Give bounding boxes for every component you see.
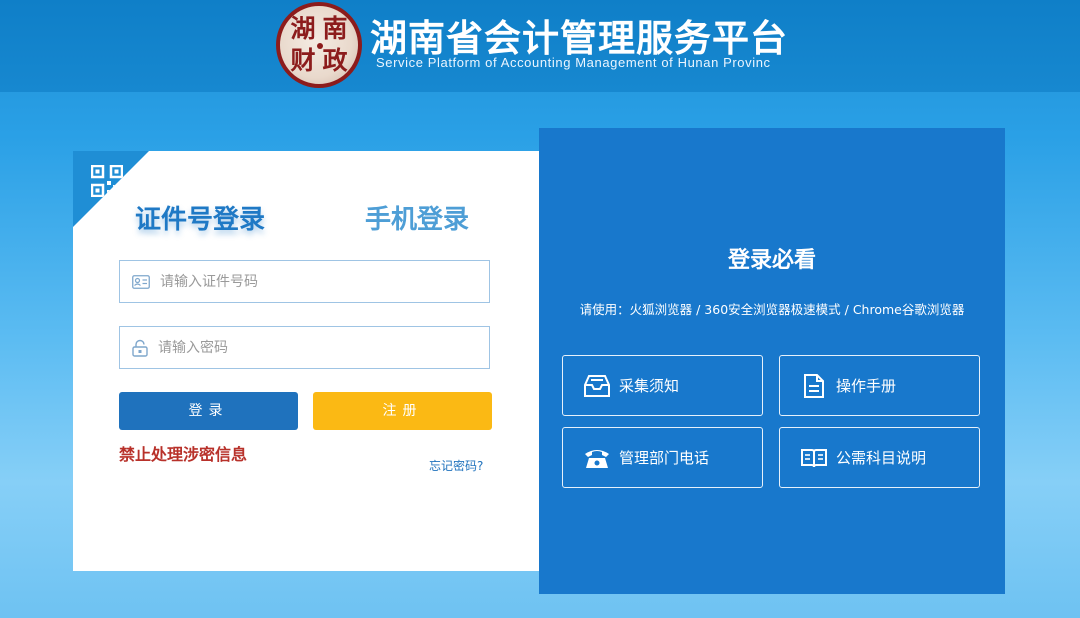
collection-notice-button[interactable]: 采集须知 — [562, 355, 763, 416]
tab-phone-login[interactable]: 手机登录 — [365, 199, 469, 236]
site-title: 湖南省会计管理服务平台 — [370, 17, 788, 60]
button-label: 采集须知 — [619, 377, 680, 395]
id-number-field — [119, 260, 490, 303]
seal-char: 财 — [290, 46, 316, 75]
inbox-icon — [583, 372, 611, 400]
header: 湖 南 财 政 湖南省会计管理服务平台 Service Platform of … — [0, 0, 1080, 92]
seal-logo: 湖 南 财 政 — [276, 2, 362, 88]
department-phone-button[interactable]: 管理部门电话 — [562, 427, 763, 488]
tab-id-login[interactable]: 证件号登录 — [135, 199, 265, 236]
lock-icon — [132, 339, 148, 357]
qr-code-icon — [91, 165, 123, 197]
password-input[interactable] — [156, 338, 460, 357]
button-label: 管理部门电话 — [619, 449, 710, 467]
seal-char: 湖 — [290, 14, 316, 43]
browser-requirements: 请使用：火狐浏览器 / 360安全浏览器极速模式 / Chrome谷歌浏览器 — [579, 302, 965, 317]
login-button[interactable]: 登录 — [119, 392, 298, 430]
forgot-password-link[interactable]: 忘记密码? — [429, 457, 483, 474]
site-subtitle: Service Platform of Accounting Managemen… — [376, 55, 771, 70]
button-label: 操作手册 — [836, 377, 897, 395]
telephone-icon — [583, 444, 611, 472]
operation-manual-button[interactable]: 操作手册 — [779, 355, 980, 416]
button-label: 公需科目说明 — [836, 449, 927, 467]
open-book-icon — [800, 444, 828, 472]
info-title: 登录必看 — [727, 248, 816, 273]
seal-char: 政 — [322, 46, 348, 75]
id-card-icon — [132, 274, 150, 289]
document-icon — [800, 372, 828, 400]
security-warning: 禁止处理涉密信息 — [119, 445, 248, 464]
register-button[interactable]: 注册 — [313, 392, 492, 430]
id-number-input[interactable] — [158, 272, 462, 291]
public-course-info-button[interactable]: 公需科目说明 — [779, 427, 980, 488]
login-card: 证件号登录 手机登录 登录 注册 禁止处理涉密信息 忘记密码? — [73, 151, 539, 571]
info-panel: 登录必看 请使用：火狐浏览器 / 360安全浏览器极速模式 / Chrome谷歌… — [539, 128, 1005, 594]
seal-char: 南 — [322, 14, 348, 43]
password-field — [119, 326, 490, 369]
